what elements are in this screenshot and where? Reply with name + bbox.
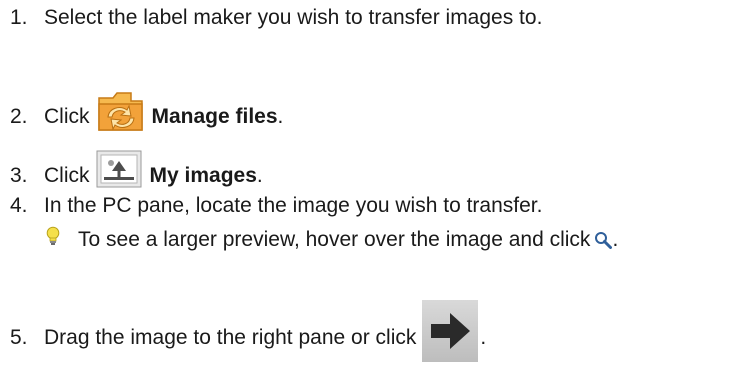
step-text: Drag the image to the right pane or clic… [44, 326, 417, 349]
step-text-end: . [480, 326, 487, 349]
manage-files-folder-icon [96, 88, 146, 134]
my-images-icon [96, 150, 142, 188]
tip-text: To see a larger preview, hover over the … [78, 228, 591, 251]
step-1: 1. Select the label maker you wish to tr… [0, 6, 542, 30]
manage-files-label: Manage files [151, 105, 278, 128]
lightbulb-icon [46, 226, 60, 248]
step-number: 5. [10, 326, 28, 349]
tip-text-end: . [612, 228, 619, 251]
step-number: 4. [10, 194, 28, 217]
step-text-end: . [256, 164, 263, 187]
step-number: 2. [10, 105, 28, 128]
tip-line: To see a larger preview, hover over the … [42, 226, 618, 254]
step-text: Click [44, 105, 90, 128]
step-text: In the PC pane, locate the image you wis… [44, 194, 543, 217]
step-number: 3. [10, 164, 28, 187]
magnifier-icon [594, 231, 613, 249]
step-2: 2. Click Manage files . [0, 88, 283, 146]
step-number: 1. [10, 6, 28, 29]
transfer-arrow-icon [422, 300, 479, 362]
step-text-end: . [277, 105, 284, 128]
step-4: 4. In the PC pane, locate the image you … [0, 194, 542, 218]
my-images-label: My images [149, 164, 257, 187]
step-text: Select the label maker you wish to trans… [44, 6, 543, 29]
step-text: Click [44, 164, 90, 187]
step-5: 5. Drag the image to the right pane or c… [0, 300, 486, 376]
